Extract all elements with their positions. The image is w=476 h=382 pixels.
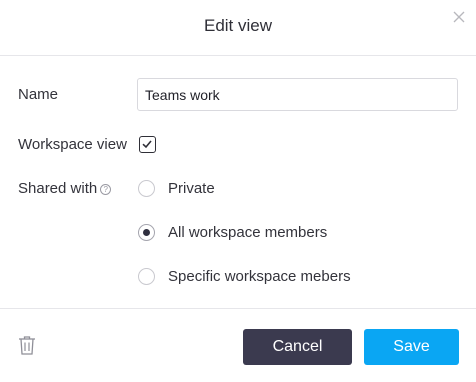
radio-button-all-workspace-members[interactable] — [138, 224, 155, 241]
close-icon[interactable] — [451, 9, 467, 25]
radio-label-specific-workspace-members: Specific workspace mebers — [168, 268, 351, 285]
radio-button-specific-workspace-members[interactable] — [138, 268, 155, 285]
dialog-header: Edit view — [0, 0, 476, 56]
workspace-view-label: Workspace view — [18, 136, 127, 153]
workspace-view-checkbox[interactable] — [139, 136, 156, 153]
shared-with-text: Shared with — [18, 180, 98, 197]
question-circle-icon[interactable]: ? — [100, 184, 112, 195]
name-input[interactable] — [137, 78, 458, 111]
radio-option-specific-workspace-members[interactable]: Specific workspace mebers — [138, 267, 378, 287]
checkmark-icon — [142, 140, 152, 149]
radio-button-private[interactable] — [138, 180, 155, 197]
trash-icon[interactable] — [18, 335, 36, 355]
shared-with-label: Shared with? — [18, 180, 112, 197]
radio-option-private[interactable]: Private — [138, 179, 258, 199]
edit-view-dialog: Edit view Name Workspace view Shared wit… — [0, 0, 476, 382]
radio-option-all-workspace-members[interactable]: All workspace members — [138, 223, 358, 243]
radio-label-all-workspace-members: All workspace members — [168, 224, 328, 241]
cancel-button[interactable]: Cancel — [243, 329, 352, 365]
name-label: Name — [18, 86, 59, 103]
dialog-title: Edit view — [203, 16, 273, 35]
save-button[interactable]: Save — [364, 329, 459, 365]
radio-label-private: Private — [168, 180, 215, 197]
